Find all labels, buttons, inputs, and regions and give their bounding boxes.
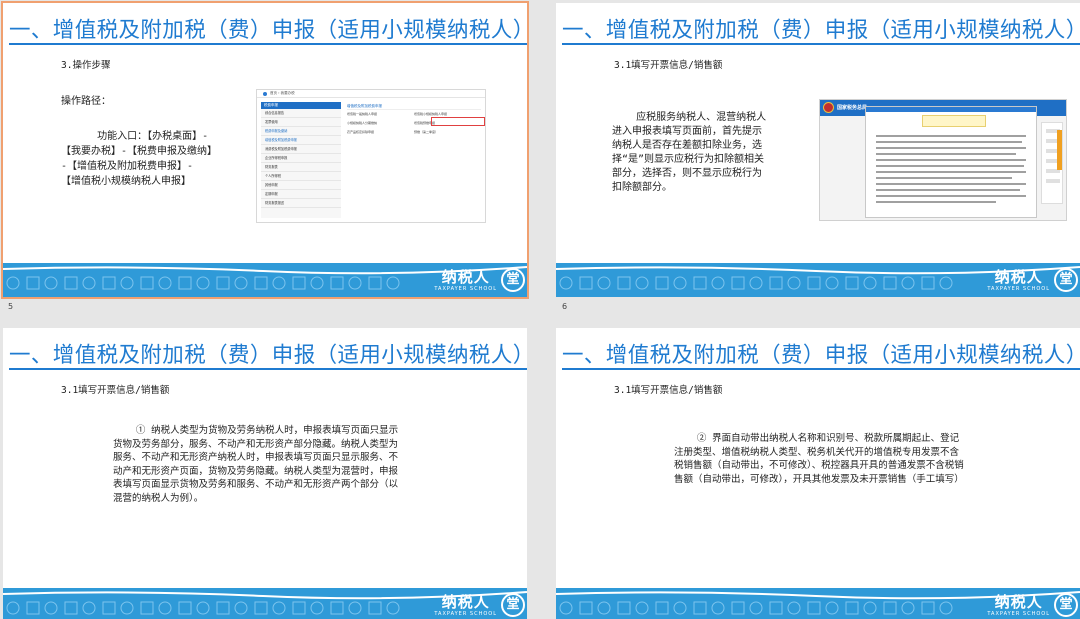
slide-number: 6 [562,302,568,311]
screenshot-menu-item: 财务报表 [261,163,341,172]
embedded-screenshot: 国家税务总局 [819,99,1067,221]
slide-subtitle: 3.1填写开票信息/销售额 [614,385,723,396]
brand-emblem-icon: 堂 [1054,593,1078,617]
slide-thumbnail-6[interactable]: 一、增值税及附加税（费）申报（适用小规模纳税人） 3.1填写开票信息/销售额 应… [556,3,1080,297]
slide-subtitle: 3.1填写开票信息/销售额 [61,385,170,396]
screenshot-menu-item: 综合信息报告 [261,109,341,118]
slide-title: 一、增值税及附加税（费）申报（适用小规模纳税人） [562,18,1080,43]
slide-thumbnail-7[interactable]: 一、增值税及附加税（费）申报（适用小规模纳税人） 3.1填写开票信息/销售额 ①… [3,328,527,619]
screenshot-menu-item: 个人所得税 [261,172,341,181]
slide-thumbnail-8[interactable]: 一、增值税及附加税（费）申报（适用小规模纳税人） 3.1填写开票信息/销售额 ②… [556,328,1080,619]
brand-emblem-icon: 堂 [501,268,525,292]
brand-emblem-icon: 堂 [501,593,525,617]
brand-logo-text: 纳税人 TAXPAYER SCHOOL [434,268,497,292]
slide-thumbnail-5[interactable]: 一、增值税及附加税（费）申报（适用小规模纳税人） 3.操作步骤 操作路径： 功能… [1,1,529,299]
body-heading: 操作路径： [61,96,111,107]
screenshot-menu-item: 其他申报 [261,181,341,190]
screenshot-menu: 税费申报 综合信息报告 发票使用 税费申报及缴纳 增值税及附加税费申报 消费税及… [261,102,341,218]
home-icon [263,91,267,96]
screenshot-menu-header: 税费申报 [261,102,341,109]
title-underline [562,43,1080,45]
slide-subtitle: 3.操作步骤 [61,60,111,71]
embedded-screenshot: 首页 › 我要办税 税费申报 综合信息报告 发票使用 税费申报及缴纳 增值税及附… [256,89,486,223]
screenshot-row: 农产品核定扣除申报 预缴（第二季度） [347,130,439,134]
screenshot-menu-item: 发票使用 [261,118,341,127]
slide-body-text: 功能入口：【办税桌面】-【我要办税】-【税费申报及缴纳】-【增值税及附加税费申报… [61,131,213,187]
slide-title: 一、增值税及附加税（费）申报（适用小规模纳税人） [562,343,1080,368]
screenshot-breadcrumb: 首页 › 我要办税 [270,91,295,95]
slide-body-text: ② 界面自动带出纳税人名称和识别号、税款所属期起止、登记注册类型、增值税纳税人类… [674,433,964,485]
highlight-box [431,117,485,126]
screenshot-menu-item: 企业所得税申报 [261,154,341,163]
screenshot-modal [865,106,1037,218]
screenshot-modal-title [922,115,986,127]
screenshot-panel: 增值税及附加税费申报 增值税一般纳税人申报 增值税小规模纳税人申报 小规模纳税人分… [347,102,485,218]
brand-logo-text: 纳税人 TAXPAYER SCHOOL [434,593,497,617]
screenshot-menu-item: 财务报表报送 [261,199,341,208]
slide-number: 5 [8,302,14,311]
slide-footer: 纳税人 TAXPAYER SCHOOL 堂 [556,588,1080,619]
slide-subtitle: 3.1填写开票信息/销售额 [614,60,723,71]
slide-body-text: 应税服务纳税人、混营纳税人进入申报表填写页面前，首先提示纳税人是否存在差额扣除业… [612,112,767,193]
brand-emblem-icon: 堂 [1054,268,1078,292]
screenshot-menu-item: 消费税及附加税费申报 [261,145,341,154]
screenshot-menu-item: 定期申报 [261,190,341,199]
screenshot-menu-item: 税费申报及缴纳 [261,127,341,136]
tax-emblem-icon [823,102,834,113]
screenshot-side-tab [1057,130,1062,170]
title-underline [9,43,527,45]
slide-title: 一、增值税及附加税（费）申报（适用小规模纳税人） [9,343,527,368]
brand-logo-text: 纳税人 TAXPAYER SCHOOL [987,268,1050,292]
brand-logo-text: 纳税人 TAXPAYER SCHOOL [987,593,1050,617]
slide-footer: 纳税人 TAXPAYER SCHOOL 堂 [3,588,527,619]
screenshot-menu-item: 增值税及附加税费申报 [261,136,341,145]
screenshot-header-text: 国家税务总局 [837,105,868,111]
title-underline [562,368,1080,370]
screenshot-panel-title: 增值税及附加税费申报 [347,102,481,110]
slide-footer: 纳税人 TAXPAYER SCHOOL 堂 [556,263,1080,297]
slide-title: 一、增值税及附加税（费）申报（适用小规模纳税人） [9,18,527,43]
slide-body-text: ① 纳税人类型为货物及劳务纳税人时，申报表填写页面只显示货物及劳务部分，服务、不… [113,425,399,504]
slide-footer: 纳税人 TAXPAYER SCHOOL 堂 [3,263,527,297]
title-underline [9,368,527,370]
